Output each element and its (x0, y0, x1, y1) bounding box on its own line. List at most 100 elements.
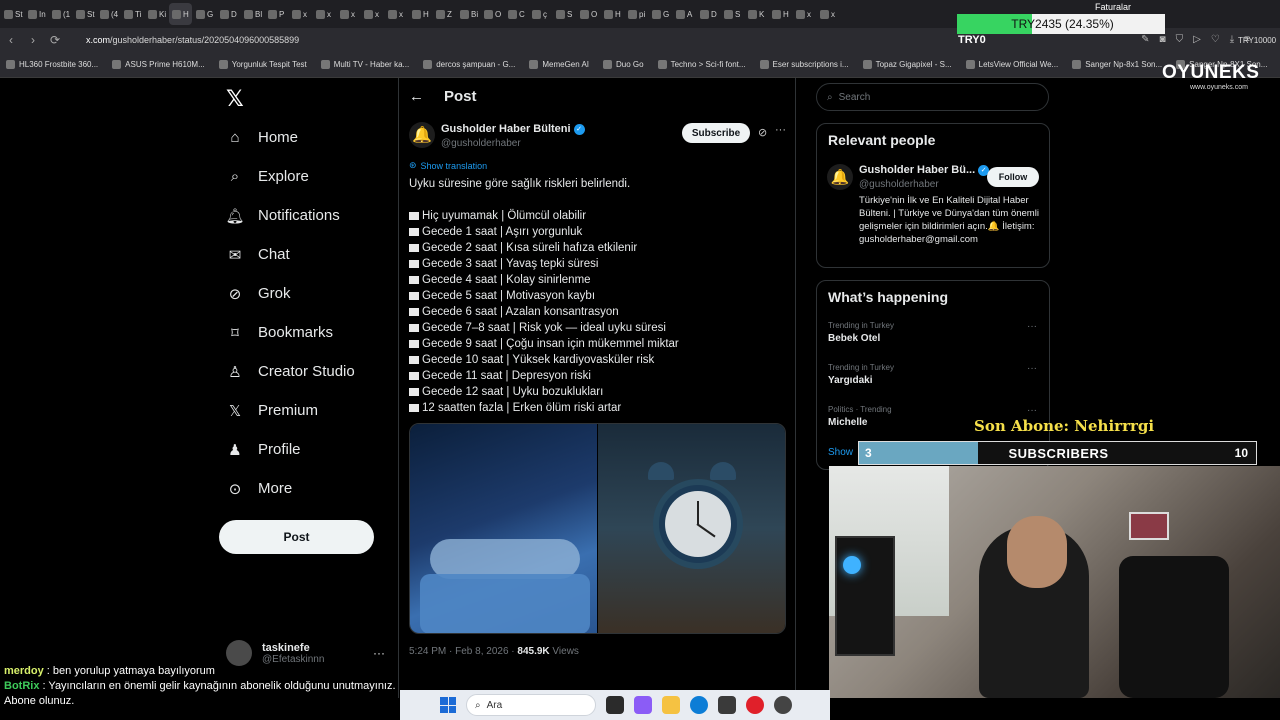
sidebar-item-more[interactable]: ⊙ More (218, 469, 355, 508)
browser-tab[interactable]: In (25, 3, 48, 25)
forward-icon[interactable]: › (22, 33, 44, 47)
browser-tab[interactable]: x (289, 3, 312, 25)
heart-icon[interactable]: ♡ (1211, 34, 1220, 45)
bookmark-item[interactable]: MemeGen AI (529, 60, 589, 69)
bookmark-item[interactable]: ASUS Prime H610M... (112, 60, 205, 69)
browser-tab[interactable]: x (337, 3, 360, 25)
download-icon[interactable]: ⤓ (1230, 34, 1234, 45)
bookmark-item[interactable]: Yorgunluk Tespit Test (218, 60, 307, 69)
store-icon[interactable] (718, 696, 736, 714)
windows-start-icon[interactable] (440, 697, 456, 713)
browser-tab[interactable]: K (745, 3, 768, 25)
shield-icon[interactable]: ⛉ (1176, 34, 1184, 45)
camera-icon[interactable]: ◙ (1160, 34, 1166, 45)
browser-tab[interactable]: Z (433, 3, 456, 25)
browser-tab[interactable]: (1 (49, 3, 72, 25)
more-icon[interactable]: ··· (1027, 405, 1037, 416)
browser-tab[interactable]: H (601, 3, 624, 25)
url-field[interactable]: x.com/gusholderhaber/status/202050409600… (86, 35, 299, 45)
browser-tab[interactable]: (4 (97, 3, 120, 25)
edit-icon[interactable]: ✎ (1141, 34, 1149, 45)
subscribe-button[interactable]: Subscribe (682, 123, 750, 143)
browser-tab[interactable]: Bi (457, 3, 480, 25)
author-handle[interactable]: @gusholderhaber (441, 138, 521, 149)
bookmark-item[interactable]: Duo Go (603, 60, 644, 69)
author-name-row[interactable]: Gusholder Haber Bülteni ✓ (441, 123, 585, 135)
browser-tab[interactable]: St (73, 3, 96, 25)
more-icon[interactable]: ··· (373, 646, 385, 660)
bookmark-item[interactable]: Multi TV - Haber ka... (320, 60, 409, 69)
browser-tab[interactable]: ç (529, 3, 552, 25)
sidebar-item-chat[interactable]: ✉ Chat (218, 235, 355, 274)
browser-tab[interactable]: x (793, 3, 816, 25)
chat-username[interactable]: BotRix (4, 680, 39, 692)
browser-tab[interactable]: x (313, 3, 336, 25)
browser-tab[interactable]: D (697, 3, 720, 25)
browser-tab[interactable]: C (505, 3, 528, 25)
trend-item[interactable]: Trending in Turkey Bebek Otel ··· (828, 321, 1038, 344)
bookmark-item[interactable]: Eser subscriptions i... (759, 60, 849, 69)
browser-tab[interactable]: A (673, 3, 696, 25)
browser-tab[interactable]: G (193, 3, 216, 25)
task-view-icon[interactable] (606, 696, 624, 714)
taskbar-search[interactable]: ⌕ Ara (466, 694, 596, 716)
trend-item[interactable]: Trending in Turkey Yargıdaki ··· (828, 363, 1038, 386)
bookmark-item[interactable]: HL360 Frostbite 360... (6, 60, 98, 69)
bookmark-item[interactable]: Sanger Np-8x1 Son... (1072, 60, 1162, 69)
more-icon[interactable]: ··· (1027, 321, 1037, 332)
browser-tab[interactable]: H (169, 3, 192, 25)
chat-username[interactable]: merdoy (4, 665, 44, 677)
copilot-icon[interactable] (634, 696, 652, 714)
browser-tab[interactable]: S (721, 3, 744, 25)
browser-tab[interactable]: G (649, 3, 672, 25)
browser-tab[interactable]: O (481, 3, 504, 25)
more-icon[interactable]: ··· (775, 124, 786, 136)
browser-tab[interactable]: H (769, 3, 792, 25)
alarm-clock-image[interactable] (598, 424, 785, 633)
sidebar-item-premium[interactable]: 𝕏 Premium (218, 391, 355, 430)
back-icon[interactable]: ‹ (0, 33, 22, 47)
browser-tab[interactable]: x (817, 3, 840, 25)
browser-tab[interactable]: D (217, 3, 240, 25)
play-icon[interactable]: ▷ (1193, 34, 1201, 45)
person-avatar[interactable]: 🔔 (827, 164, 853, 190)
browser-tab[interactable]: Bl (241, 3, 264, 25)
person-name-row[interactable]: Gusholder Haber Bü... ✓ (859, 164, 990, 176)
browser-tab[interactable]: O (577, 3, 600, 25)
browser-tab[interactable]: P (265, 3, 288, 25)
sleeping-person-image[interactable] (410, 424, 597, 633)
more-icon[interactable]: ··· (1027, 363, 1037, 374)
grok-icon[interactable]: ⊘ (758, 126, 767, 139)
sidebar-item-bookmarks[interactable]: ⌑ Bookmarks (218, 313, 355, 352)
show-translation-link[interactable]: ⊛ Show translation (409, 160, 487, 171)
browser-tab[interactable]: x (385, 3, 408, 25)
edge-icon[interactable] (690, 696, 708, 714)
browser-tab[interactable]: Ki (145, 3, 168, 25)
account-switcher[interactable]: taskinefe @Efetaskinnn ··· (226, 640, 386, 666)
obs-icon[interactable] (774, 696, 792, 714)
bookmark-item[interactable]: LetsView Official We... (965, 60, 1058, 69)
x-logo-icon[interactable]: 𝕏 (226, 86, 244, 112)
author-avatar[interactable]: 🔔 (409, 122, 435, 148)
sidebar-item-notifications[interactable]: 🔔︎ Notifications (218, 196, 355, 235)
browser-tab[interactable]: St (1, 3, 24, 25)
search-input[interactable]: ⌕ Search (816, 83, 1049, 111)
reload-icon[interactable]: ⟳ (44, 33, 66, 47)
browser-tab[interactable]: H (409, 3, 432, 25)
sidebar-item-creator-studio[interactable]: ♙ Creator Studio (218, 352, 354, 391)
bookmark-item[interactable]: Topaz Gigapixel - S... (862, 60, 952, 69)
sidebar-item-explore[interactable]: ⌕ Explore (218, 157, 355, 196)
bookmark-item[interactable]: Techno > Sci-fi font... (657, 60, 746, 69)
post-button[interactable]: Post (219, 520, 374, 554)
show-more-link[interactable]: Show (828, 447, 853, 458)
sidebar-item-grok[interactable]: ⊘ Grok (218, 274, 355, 313)
sidebar-item-home[interactable]: ⌂ Home (218, 118, 355, 157)
follow-button[interactable]: Follow (987, 167, 1039, 187)
post-media[interactable] (409, 423, 786, 634)
file-explorer-icon[interactable] (662, 696, 680, 714)
opera-icon[interactable] (746, 696, 764, 714)
browser-tab[interactable]: pi (625, 3, 648, 25)
browser-tab[interactable]: Ti (121, 3, 144, 25)
timestamp-text[interactable]: 5:24 PM · Feb 8, 2026 · (409, 646, 517, 657)
browser-tab[interactable]: S (553, 3, 576, 25)
